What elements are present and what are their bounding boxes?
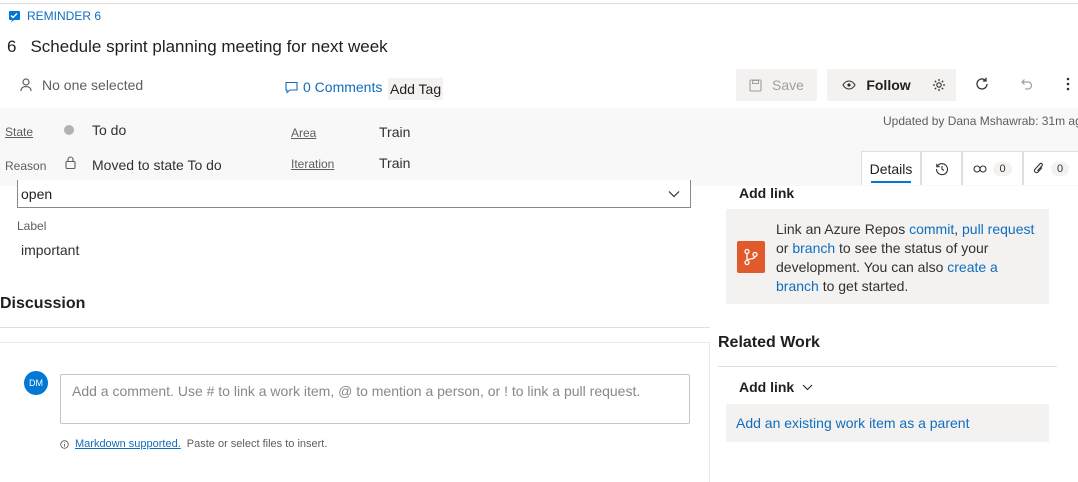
top-divider — [0, 3, 1078, 4]
label-field-caption: Label — [17, 219, 47, 233]
state-value[interactable]: To do — [92, 122, 126, 138]
add-tag-button[interactable]: Add Tag — [388, 78, 444, 100]
person-icon — [20, 78, 32, 92]
dev-text-2: , — [954, 221, 962, 237]
dropdown-value: open — [21, 185, 53, 202]
links-count: 0 — [993, 161, 1012, 176]
related-add-link-button[interactable]: Add link — [739, 379, 813, 395]
dev-text-5: to get started. — [818, 278, 909, 294]
state-label: State — [5, 125, 34, 139]
comment-icon — [285, 81, 298, 94]
updated-by-text: Updated by Dana Mshawrab: 31m ago — [883, 114, 1078, 128]
undo-icon[interactable] — [1018, 76, 1034, 92]
chevron-down-icon — [802, 384, 813, 391]
work-item-id: 6 — [7, 37, 17, 56]
work-item-title[interactable]: Schedule sprint planning meeting for nex… — [30, 37, 387, 57]
assignee-picker[interactable]: No one selected — [20, 77, 143, 93]
avatar: DM — [24, 371, 48, 395]
pull-request-link[interactable]: pull request — [962, 221, 1034, 237]
tab-links[interactable]: 0 — [962, 151, 1023, 185]
info-icon — [60, 439, 69, 449]
dev-text-1: Link an Azure Repos — [776, 221, 910, 237]
attachments-count: 0 — [1050, 161, 1070, 176]
comment-input[interactable]: Add a comment. Use # to link a work item… — [60, 374, 690, 424]
chevron-down-icon — [668, 190, 680, 198]
refresh-icon[interactable] — [974, 76, 990, 92]
settings-button[interactable] — [922, 69, 956, 101]
history-icon — [935, 162, 949, 176]
related-work-divider — [718, 366, 1057, 367]
reason-label: Reason — [5, 159, 47, 173]
link-icon — [973, 164, 987, 174]
markdown-note-text: Paste or select files to insert. — [186, 438, 328, 450]
follow-button[interactable]: Follow — [827, 69, 926, 101]
tab-history[interactable] — [921, 151, 962, 185]
work-item-title-row: 6 Schedule sprint planning meeting for n… — [7, 37, 388, 57]
markdown-supported-link[interactable]: Markdown supported. — [75, 438, 181, 450]
tab-details[interactable]: Details — [861, 151, 921, 185]
save-button[interactable]: Save — [736, 69, 817, 101]
reminder-icon — [8, 10, 21, 23]
state-indicator — [64, 125, 74, 135]
label-field-value[interactable]: important — [21, 242, 79, 258]
tab-attachments[interactable]: 0 — [1023, 151, 1078, 185]
save-label: Save — [772, 77, 804, 93]
eye-icon — [842, 80, 856, 90]
active-tab-indicator — [871, 181, 911, 183]
follow-label: Follow — [866, 77, 911, 93]
work-item-type-label: REMINDER 6 — [27, 9, 102, 23]
more-actions-icon[interactable] — [1066, 76, 1070, 92]
area-value[interactable]: Train — [379, 124, 410, 140]
paperclip-icon — [1033, 162, 1045, 176]
field-dropdown[interactable]: open — [17, 180, 691, 208]
development-description: Link an Azure Repos commit, pull request… — [776, 220, 1041, 296]
dev-text-3: or — [776, 240, 793, 256]
iteration-label: Iteration — [291, 157, 335, 171]
branch-link[interactable]: branch — [792, 240, 835, 256]
tab-details-label: Details — [869, 160, 913, 177]
lock-icon — [65, 156, 76, 169]
gear-icon — [932, 78, 946, 92]
save-icon — [749, 78, 762, 92]
discussion-divider — [0, 327, 710, 328]
related-work-heading: Related Work — [718, 334, 820, 351]
reason-value: Moved to state To do — [92, 157, 222, 173]
discussion-heading: Discussion — [0, 295, 86, 312]
comments-link[interactable]: 0 Comments — [285, 79, 382, 95]
comments-count-label: 0 Comments — [303, 79, 383, 95]
details-tab-bar: Details 0 0 — [861, 151, 1078, 185]
related-add-link-label: Add link — [739, 379, 795, 395]
add-existing-parent-link[interactable]: Add an existing work item as a parent — [726, 404, 1049, 442]
area-label: Area — [291, 126, 317, 140]
development-add-link[interactable]: Add link — [739, 185, 794, 201]
iteration-value[interactable]: Train — [379, 155, 410, 171]
assignee-value: No one selected — [42, 77, 144, 93]
work-item-type-badge: REMINDER 6 — [8, 9, 101, 23]
markdown-note: Markdown supported. Paste or select file… — [60, 438, 327, 450]
commit-link[interactable]: commit — [909, 221, 954, 237]
git-branch-icon — [737, 241, 765, 273]
